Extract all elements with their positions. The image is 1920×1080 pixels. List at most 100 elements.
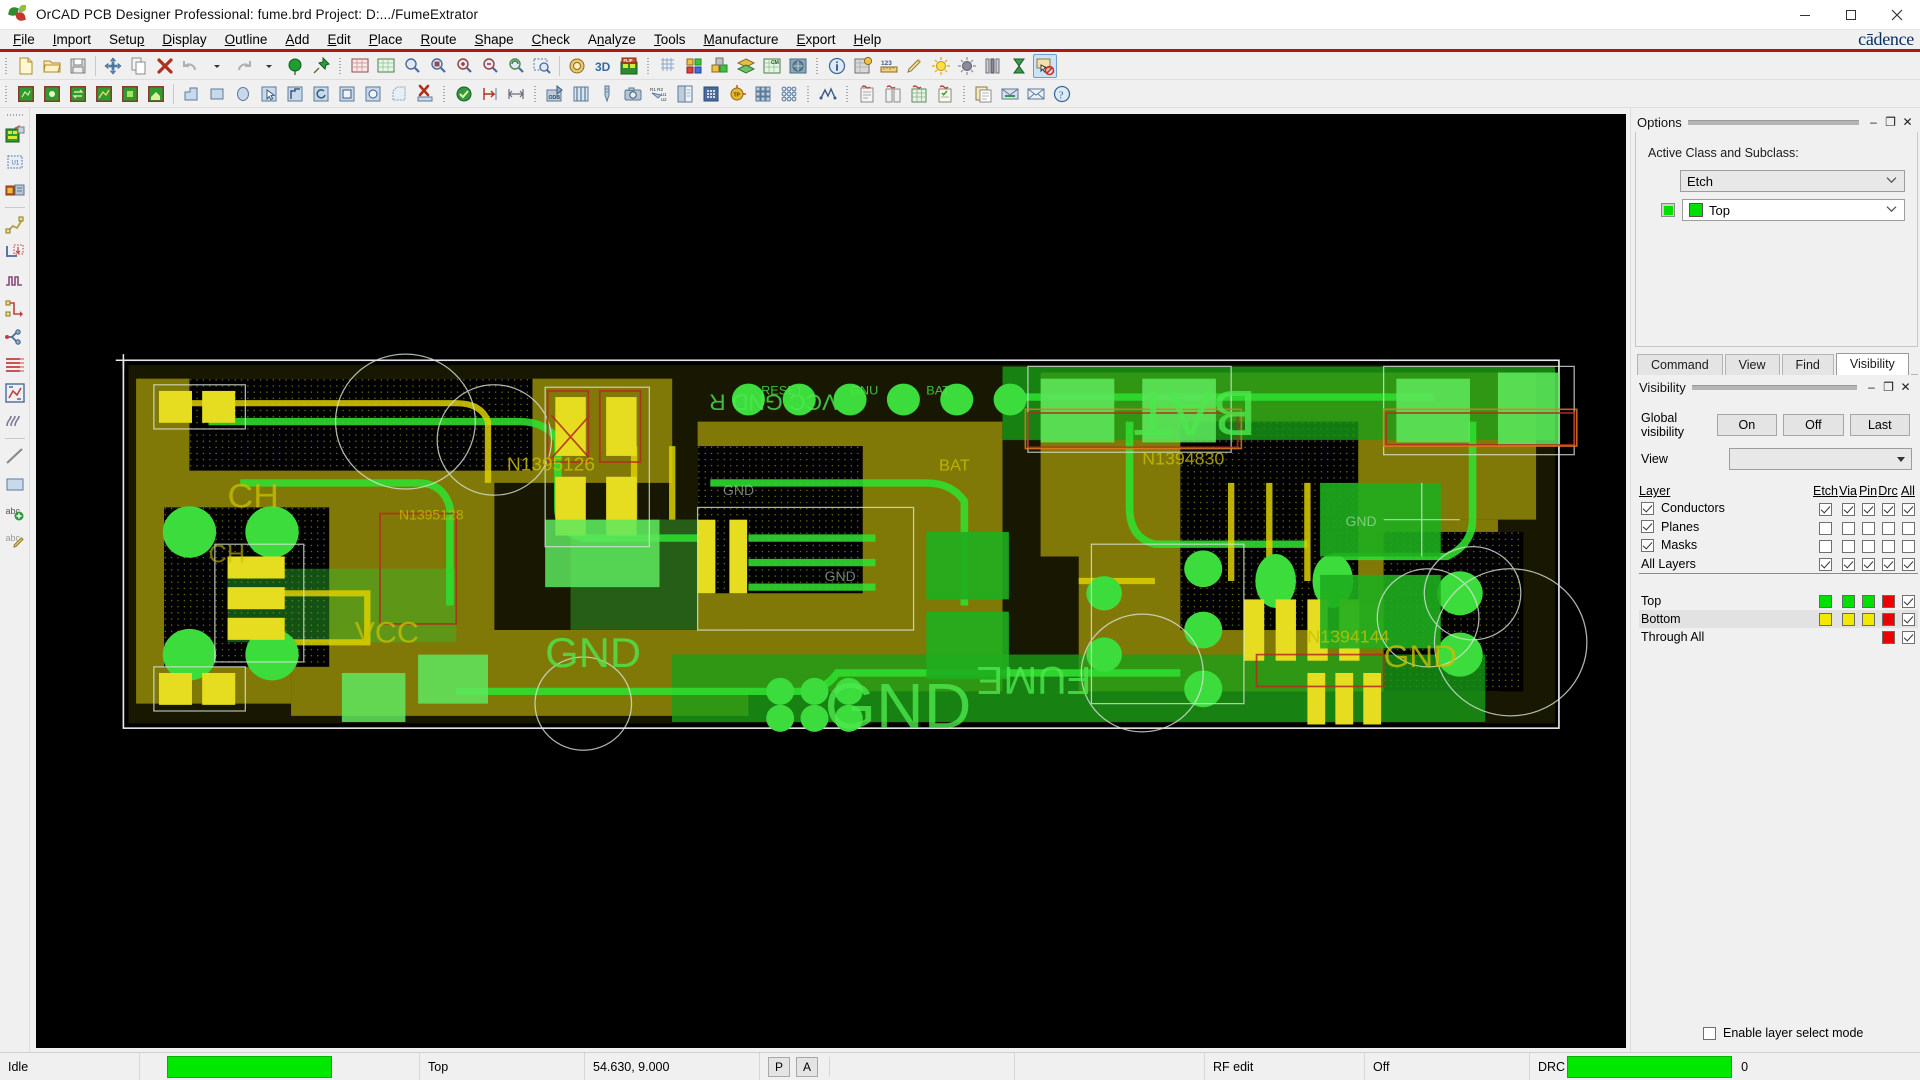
align-mode-button[interactable]: A (796, 1056, 818, 1077)
col-pin[interactable]: Pin (1858, 484, 1878, 500)
layer-cell[interactable] (1898, 537, 1918, 556)
odb-export-icon[interactable]: ODB (543, 82, 567, 106)
layer-color-swatch[interactable] (1881, 594, 1895, 608)
idle-cursor-icon[interactable] (1033, 53, 1057, 78)
layer-row[interactable]: Bottom (1639, 609, 1918, 628)
active-subclass-select[interactable]: Top (1682, 199, 1905, 221)
drill-legend-icon[interactable] (699, 82, 723, 106)
highlight-icon[interactable] (903, 54, 927, 78)
shape-rectangle-icon[interactable] (205, 82, 229, 106)
menu-file[interactable]: File (4, 30, 44, 50)
dimension-left-icon[interactable] (478, 82, 502, 106)
delete-icon[interactable] (153, 54, 177, 78)
pick-mode-button[interactable]: P (768, 1056, 790, 1077)
layer-color-swatch[interactable] (1841, 594, 1855, 608)
global-visibility-last-button[interactable]: Last (1849, 414, 1910, 436)
undo-icon[interactable] (179, 54, 203, 78)
bus-route-icon[interactable] (2, 352, 28, 378)
testprep-icon[interactable]: TP (725, 82, 749, 106)
place-replicate-icon[interactable] (118, 82, 142, 106)
dimension-linear-icon[interactable] (504, 82, 528, 106)
layer-cell-checkbox[interactable] (1818, 503, 1832, 517)
shape-select-icon[interactable] (257, 82, 281, 106)
redo-icon[interactable] (231, 54, 255, 78)
copy-icon[interactable] (127, 54, 151, 78)
menu-edit[interactable]: Edit (318, 30, 359, 50)
view-select[interactable] (1729, 448, 1912, 470)
swap-components-icon[interactable] (66, 82, 90, 106)
layer-row[interactable]: Top (1639, 592, 1918, 610)
layer-cell[interactable] (1898, 556, 1918, 574)
zoom-selection-icon[interactable] (530, 54, 554, 78)
checklist-icon[interactable] (933, 82, 957, 106)
toolbar-grip[interactable] (532, 84, 539, 104)
layer-color-swatch[interactable] (1818, 594, 1832, 608)
tab-view[interactable]: View (1724, 354, 1780, 375)
zoom-out-icon[interactable] (478, 54, 502, 78)
place-symbol-icon[interactable]: U1 (2, 149, 28, 175)
layer-cell-checkbox[interactable] (1881, 503, 1895, 517)
balloon-icon[interactable] (283, 54, 307, 78)
menu-import[interactable]: Import (44, 30, 100, 50)
via-array-icon[interactable] (777, 82, 801, 106)
zoom-previous-icon[interactable] (504, 54, 528, 78)
menu-manufacture[interactable]: Manufacture (694, 30, 787, 50)
layer-cell-checkbox[interactable] (1818, 521, 1832, 535)
menu-outline[interactable]: Outline (216, 30, 277, 50)
fanout-icon[interactable] (2, 324, 28, 350)
redo-dropdown-icon[interactable] (257, 54, 281, 78)
layer-cell[interactable] (1858, 556, 1878, 574)
property-edit-icon[interactable] (851, 54, 875, 78)
tab-visibility[interactable]: Visibility (1835, 353, 1909, 375)
options-close-button[interactable]: ✕ (1899, 114, 1916, 130)
custom-smooth-icon[interactable] (2, 296, 28, 322)
layer-cell[interactable] (1878, 610, 1898, 628)
silkscreen-icon[interactable]: R1 R2 U1 U2 (647, 82, 671, 106)
tab-find[interactable]: Find (1781, 354, 1834, 375)
layer-cell-checkbox[interactable] (1841, 540, 1855, 554)
shape-void-rect-icon[interactable] (335, 82, 359, 106)
layer-color-swatch[interactable] (1818, 612, 1832, 626)
layer-cell[interactable] (1838, 556, 1858, 574)
color-view-icon[interactable] (565, 54, 589, 78)
layer-color-swatch[interactable] (1881, 630, 1895, 644)
edit-text-icon[interactable]: abc (2, 527, 28, 553)
layers-icon[interactable] (734, 54, 758, 78)
assign-color-icon[interactable] (955, 54, 979, 78)
add-line-icon[interactable] (2, 443, 28, 469)
menu-place[interactable]: Place (360, 30, 412, 50)
minimize-button[interactable] (1782, 0, 1828, 30)
shape-circle-icon[interactable] (231, 82, 255, 106)
visibility-minimize-button[interactable]: – (1863, 379, 1880, 395)
layer-cell-checkbox[interactable] (1901, 503, 1915, 517)
visibility-drag-rail[interactable] (1691, 384, 1857, 390)
cm-constraint-manager-icon[interactable]: CM (760, 54, 784, 78)
move-component-icon[interactable] (144, 82, 168, 106)
layer-cell-checkbox[interactable] (1881, 540, 1895, 554)
auto-route-icon[interactable] (2, 380, 28, 406)
mail-icon[interactable] (998, 82, 1022, 106)
delay-tune-icon[interactable] (1007, 54, 1031, 78)
layer-class-checkbox[interactable] (1641, 538, 1654, 552)
shape-compose-icon[interactable] (283, 82, 307, 106)
add-connect-icon[interactable] (2, 212, 28, 238)
toolbar-grip[interactable] (844, 84, 851, 104)
layer-cell-checkbox[interactable] (1881, 558, 1895, 572)
active-class-select[interactable]: Etch (1680, 170, 1905, 192)
global-visibility-off-button[interactable]: Off (1783, 414, 1844, 436)
enable-layer-select-checkbox[interactable] (1703, 1026, 1716, 1040)
slide-icon[interactable] (2, 240, 28, 266)
col-drc[interactable]: Drc (1878, 484, 1898, 500)
layer-cell[interactable] (1813, 556, 1838, 574)
report-icon[interactable] (855, 82, 879, 106)
visibility-restore-button[interactable]: ❐ (1880, 379, 1897, 395)
col-all[interactable]: All (1898, 484, 1918, 500)
autoplace-icon[interactable] (92, 82, 116, 106)
layer-cell[interactable] (1858, 500, 1878, 519)
net-schedule-icon[interactable] (786, 54, 810, 78)
layer-cell-checkbox[interactable] (1901, 521, 1915, 535)
layer-cell[interactable] (1838, 610, 1858, 628)
toolbar-grip[interactable] (337, 56, 344, 76)
layer-cell[interactable] (1878, 592, 1898, 610)
menu-setup[interactable]: Setup (100, 30, 153, 50)
